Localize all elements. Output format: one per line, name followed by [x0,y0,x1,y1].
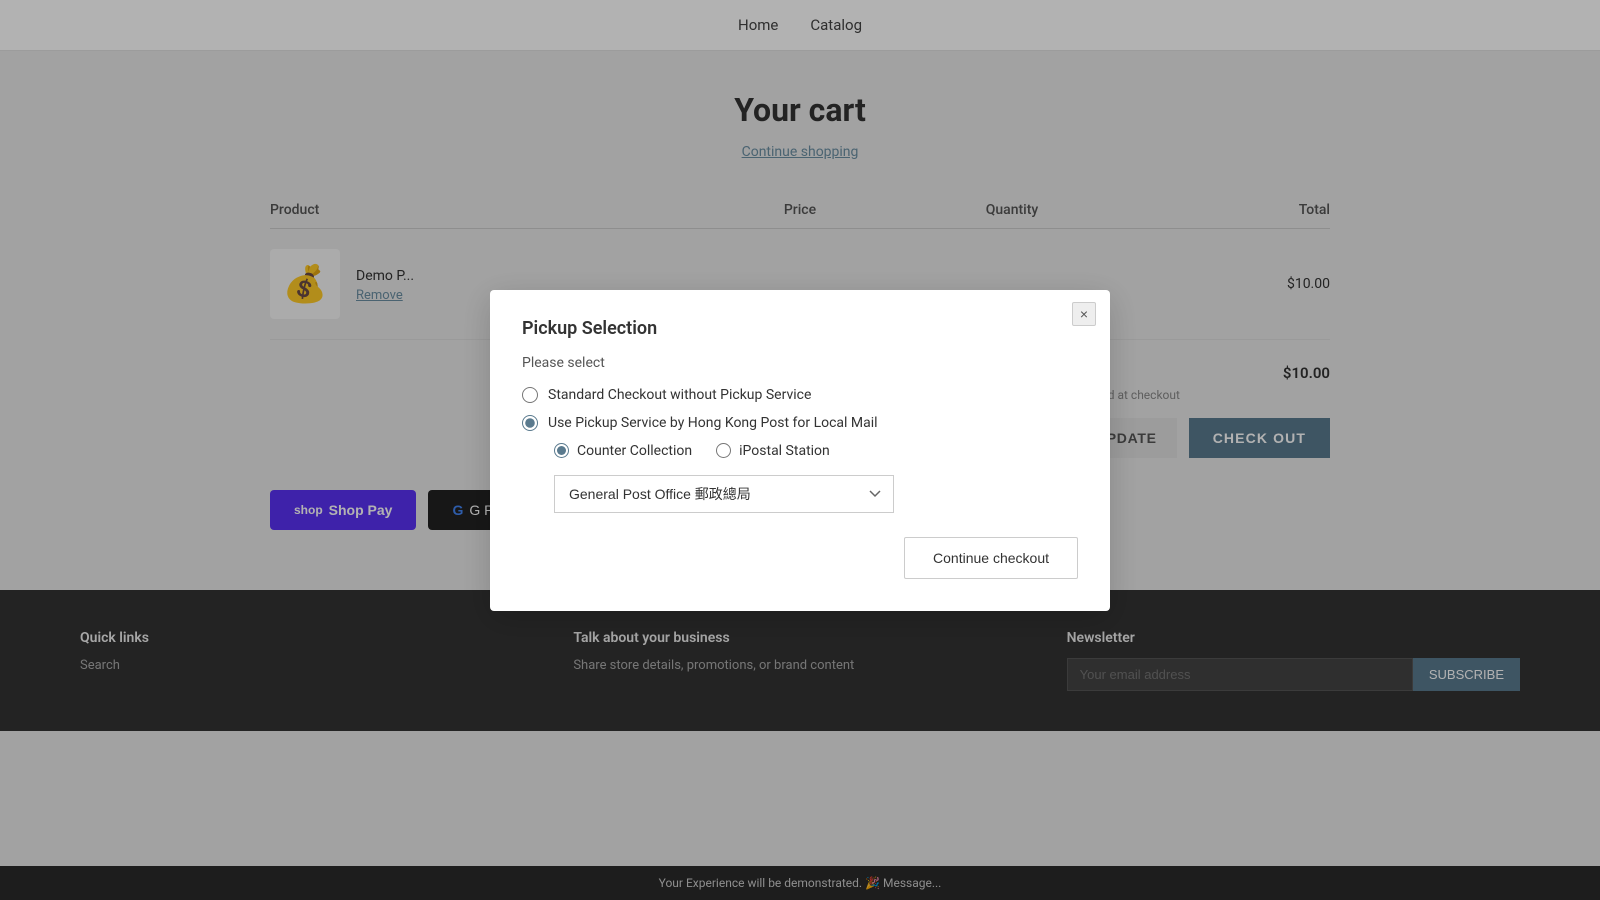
option-hkpost[interactable]: Use Pickup Service by Hong Kong Post for… [522,415,1078,431]
radio-ipostal[interactable] [716,443,731,458]
modal-overlay: Pickup Selection × Please select Standar… [0,0,1600,900]
sub-option-counter[interactable]: Counter Collection [554,443,692,459]
option-standard[interactable]: Standard Checkout without Pickup Service [522,387,1078,403]
pickup-options: Standard Checkout without Pickup Service… [522,387,1078,459]
sub-option-counter-label: Counter Collection [577,443,692,459]
modal-close-button[interactable]: × [1072,302,1096,326]
radio-hkpost[interactable] [522,415,538,431]
modal-subtitle: Please select [522,355,1078,371]
option-standard-label: Standard Checkout without Pickup Service [548,387,811,403]
modal-title: Pickup Selection [522,318,1078,339]
radio-counter[interactable] [554,443,569,458]
location-select[interactable]: General Post Office 郵政總局 Tsim Sha Tsui P… [554,475,894,513]
modal-footer: Continue checkout [522,537,1078,579]
sub-pickup-options: Counter Collection iPostal Station [554,443,1078,459]
radio-standard[interactable] [522,387,538,403]
location-select-container: General Post Office 郵政總局 Tsim Sha Tsui P… [554,475,1078,513]
pickup-modal: Pickup Selection × Please select Standar… [490,290,1110,611]
continue-checkout-button[interactable]: Continue checkout [904,537,1078,579]
option-hkpost-label: Use Pickup Service by Hong Kong Post for… [548,415,878,431]
sub-option-ipostal-label: iPostal Station [739,443,830,459]
sub-option-ipostal[interactable]: iPostal Station [716,443,830,459]
